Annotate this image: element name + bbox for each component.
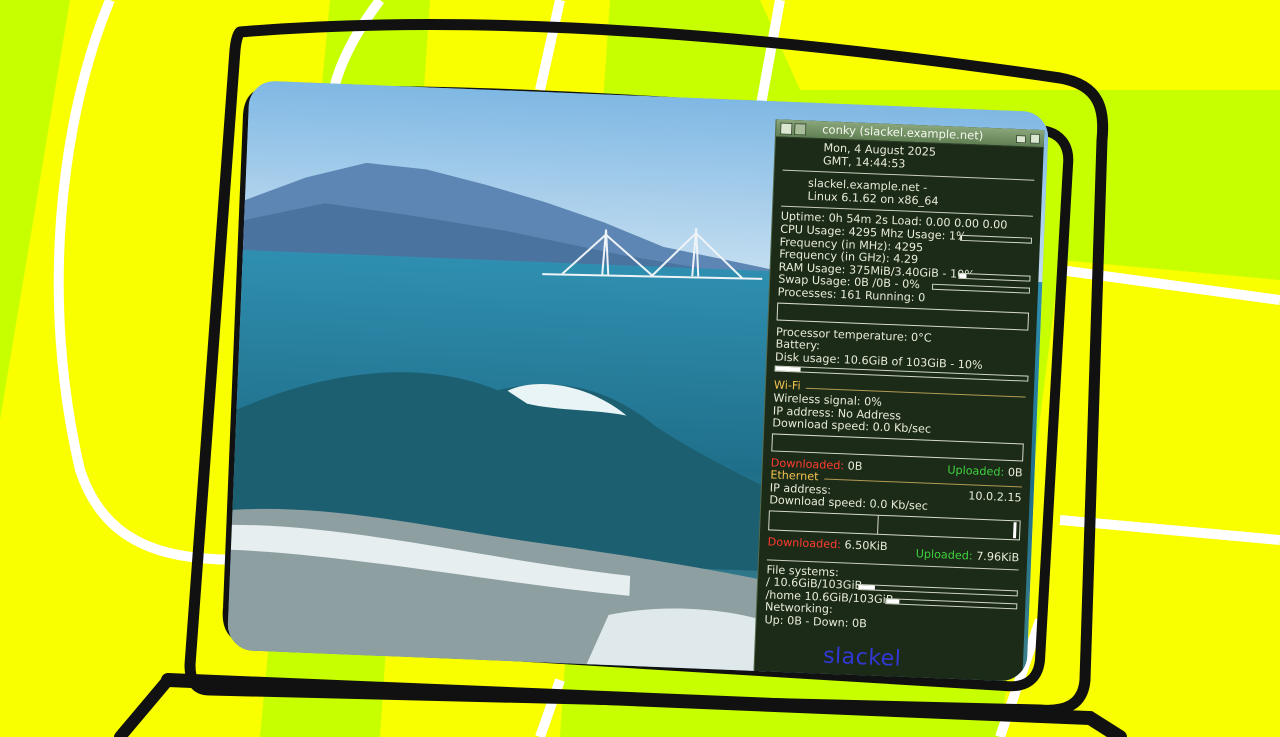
pin-icon[interactable] (793, 123, 807, 136)
ethernet-uploaded: Uploaded: 7.96KiB (915, 547, 1020, 565)
window-menu-icon[interactable] (780, 122, 793, 135)
wifi-downloaded-value: 0B (847, 459, 863, 473)
minimize-icon[interactable] (1015, 134, 1027, 144)
ethernet-downloaded-label: Downloaded: (767, 535, 842, 552)
wifi-uploaded-value: 0B (1007, 465, 1023, 480)
ethernet-uploaded-label: Uploaded: (915, 547, 973, 563)
ethernet-downloaded-value: 6.50KiB (844, 538, 888, 554)
conky-monitor-window: conky (slackel.example.net) Mon, 4 Augus… (754, 119, 1045, 682)
maximize-icon[interactable] (1029, 133, 1041, 144)
cpu-usage-bar (959, 234, 1033, 244)
desktop-screen: conky (slackel.example.net) Mon, 4 Augus… (226, 80, 1050, 682)
ethernet-uploaded-value: 7.96KiB (975, 549, 1020, 565)
slackel-logo-text: slackel (822, 643, 902, 672)
ethernet-traffic-row: Downloaded: 6.50KiB Uploaded: 7.96KiB (759, 535, 1027, 564)
ethernet-ip-value: 10.0.2.15 (967, 489, 1022, 505)
